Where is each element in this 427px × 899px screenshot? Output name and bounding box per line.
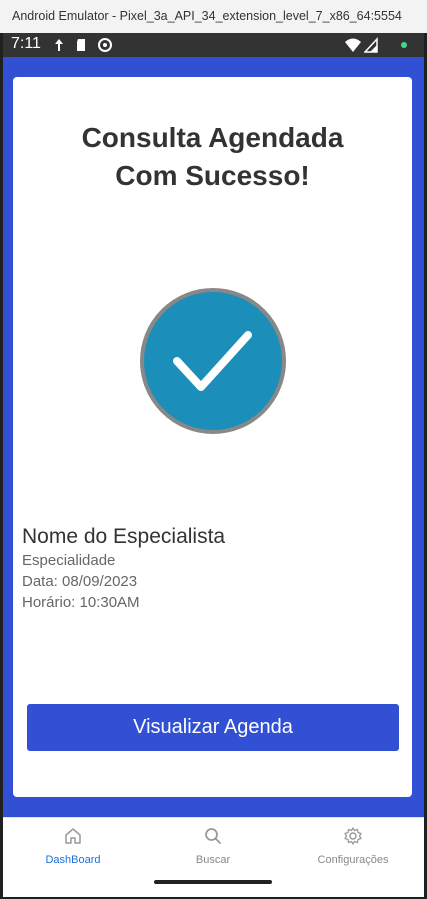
- emulator-window: Android Emulator - Pixel_3a_API_34_exten…: [0, 0, 427, 899]
- tab-dashboard[interactable]: DashBoard: [3, 818, 143, 870]
- tab-label: DashBoard: [45, 854, 101, 866]
- success-check-icon: [140, 288, 286, 434]
- status-time: 7:11: [11, 35, 41, 52]
- phone-screen: 7:11 Consulta Agendada Com Sucesso! Nome…: [3, 33, 424, 897]
- tab-label: Configurações: [317, 854, 389, 866]
- appointment-time: Horário: 10:30AM: [22, 594, 140, 611]
- signal-icon: [364, 37, 378, 53]
- status-bar: 7:11: [3, 33, 424, 57]
- window-title: Android Emulator - Pixel_3a_API_34_exten…: [0, 0, 427, 33]
- specialist-name: Nome do Especialista: [22, 525, 226, 548]
- view-schedule-button[interactable]: Visualizar Agenda: [27, 704, 399, 751]
- gear-icon: [344, 827, 362, 845]
- confirmation-card: Consulta Agendada Com Sucesso! Nome do E…: [13, 77, 412, 797]
- bottom-tab-bar: DashBoard Buscar Configurações: [3, 817, 424, 870]
- battery-dot-icon: [401, 42, 407, 48]
- data-saver-icon: [55, 39, 63, 51]
- tab-buscar[interactable]: Buscar: [143, 818, 283, 870]
- system-nav-bar: [3, 869, 424, 897]
- title-line-1: Consulta Agendada: [81, 122, 344, 153]
- sync-icon: [98, 38, 112, 52]
- specialty-text: Especialidade: [22, 552, 116, 569]
- sd-card-icon: [77, 39, 85, 51]
- home-icon: [65, 828, 81, 844]
- title-line-2: Com Sucesso!: [115, 160, 310, 191]
- tab-label: Buscar: [195, 854, 231, 866]
- tab-configuracoes[interactable]: Configurações: [283, 818, 423, 870]
- page-title: Consulta Agendada Com Sucesso!: [13, 119, 412, 195]
- appointment-date: Data: 08/09/2023: [22, 573, 138, 590]
- search-icon: [205, 828, 221, 844]
- wifi-icon: [345, 38, 361, 52]
- home-gesture-handle[interactable]: [154, 880, 272, 884]
